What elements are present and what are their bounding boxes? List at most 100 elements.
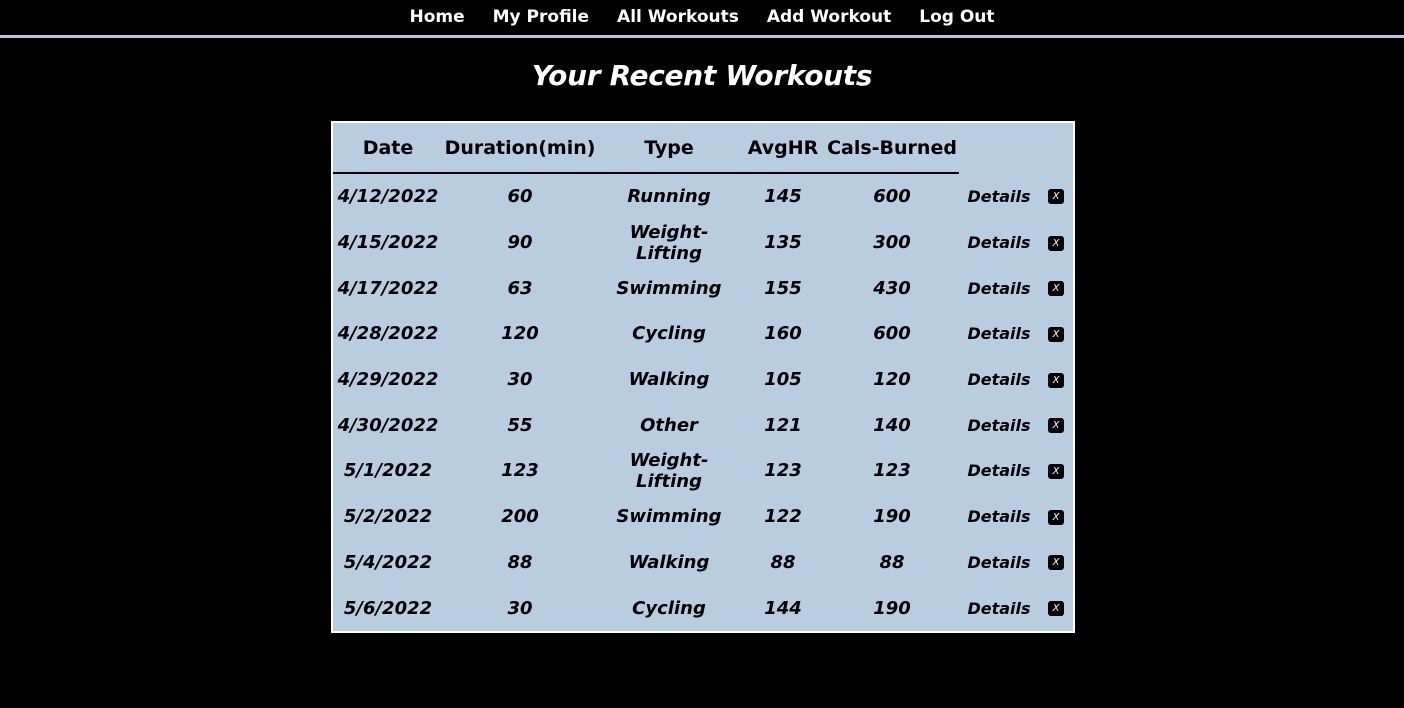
cell-avghr: 123 xyxy=(764,460,802,482)
details-link[interactable]: Details xyxy=(967,461,1030,480)
cell-avghr: 122 xyxy=(764,506,802,528)
cell-date: 4/15/2022 xyxy=(337,232,439,254)
cell-duration: 90 xyxy=(507,232,533,254)
details-cell: Details xyxy=(959,173,1039,220)
details-link[interactable]: Details xyxy=(967,279,1030,298)
delete-button[interactable]: X xyxy=(1048,601,1064,617)
header-avghr: AvgHR xyxy=(741,123,825,174)
cell-avghr: 155 xyxy=(764,277,802,299)
workouts-table-container: Date Duration(min) Type AvgHR Cals-Burne… xyxy=(331,121,1075,633)
cell-cals-burned: 300 xyxy=(873,232,911,254)
header-duration: Duration(min) xyxy=(443,123,597,174)
delete-button[interactable]: X xyxy=(1048,509,1064,525)
delete-button[interactable]: X xyxy=(1048,463,1064,479)
header-cals-burned: Cals-Burned xyxy=(825,123,959,174)
cell-cals-burned: 190 xyxy=(873,597,911,619)
cell-type: Walking xyxy=(628,369,710,391)
delete-button[interactable]: X xyxy=(1048,326,1064,342)
cell-type: Cycling xyxy=(632,323,706,345)
details-cell: Details xyxy=(959,402,1039,448)
details-cell: Details xyxy=(959,311,1039,357)
cell-cals-burned: 123 xyxy=(873,460,911,482)
cell-avghr: 105 xyxy=(764,369,802,391)
nav-log-out-link[interactable]: Log Out xyxy=(919,0,994,35)
table-row: 4/17/2022 63 Swimming 155 430 Details X xyxy=(333,265,1073,311)
delete-button[interactable]: X xyxy=(1048,418,1064,434)
details-cell: Details xyxy=(959,540,1039,586)
header-date: Date xyxy=(333,123,443,174)
cell-cals-burned: 430 xyxy=(873,277,911,299)
details-link[interactable]: Details xyxy=(967,187,1030,206)
delete-cell: X xyxy=(1039,540,1073,586)
header-delete-spacer xyxy=(1039,123,1073,173)
cell-type: Other xyxy=(640,414,698,436)
cell-avghr: 135 xyxy=(764,232,802,254)
cell-cals-burned: 88 xyxy=(879,551,905,573)
top-nav: Home My Profile All Workouts Add Workout… xyxy=(0,0,1404,38)
delete-cell: X xyxy=(1039,265,1073,311)
cell-avghr: 144 xyxy=(764,597,802,619)
details-link[interactable]: Details xyxy=(967,507,1030,526)
details-link[interactable]: Details xyxy=(967,416,1030,435)
delete-cell: X xyxy=(1039,311,1073,357)
delete-button[interactable]: X xyxy=(1048,189,1064,205)
delete-button[interactable]: X xyxy=(1048,235,1064,251)
table-row: 5/2/2022 200 Swimming 122 190 Details X xyxy=(333,494,1073,540)
delete-cell: X xyxy=(1039,357,1073,403)
details-cell: Details xyxy=(959,448,1039,494)
table-row: 4/15/2022 90 Weight-Lifting 135 300 Details X xyxy=(333,220,1073,266)
delete-cell: X xyxy=(1039,402,1073,448)
delete-cell: X xyxy=(1039,220,1073,266)
cell-avghr: 145 xyxy=(764,186,802,208)
cell-duration: 30 xyxy=(507,369,533,391)
cell-duration: 120 xyxy=(501,323,539,345)
nav-home-link[interactable]: Home xyxy=(409,0,464,35)
delete-cell: X xyxy=(1039,585,1073,631)
cell-avghr: 121 xyxy=(764,414,802,436)
nav-all-workouts-link[interactable]: All Workouts xyxy=(617,0,739,35)
cell-type: Walking xyxy=(628,551,710,573)
cell-date: 4/12/2022 xyxy=(337,186,439,208)
details-link[interactable]: Details xyxy=(967,233,1030,252)
cell-date: 4/29/2022 xyxy=(337,369,439,391)
cell-date: 5/2/2022 xyxy=(343,506,433,528)
workouts-table: Date Duration(min) Type AvgHR Cals-Burne… xyxy=(333,123,1073,631)
header-details-spacer xyxy=(959,123,1039,173)
details-cell: Details xyxy=(959,220,1039,266)
delete-button[interactable]: X xyxy=(1048,555,1064,571)
cell-date: 4/28/2022 xyxy=(337,323,439,345)
nav-add-workout-link[interactable]: Add Workout xyxy=(767,0,891,35)
cell-cals-burned: 600 xyxy=(873,323,911,345)
table-row: 5/4/2022 88 Walking 88 88 Details X xyxy=(333,540,1073,586)
details-link[interactable]: Details xyxy=(967,324,1030,343)
cell-type: Weight-Lifting xyxy=(629,449,709,492)
details-cell: Details xyxy=(959,494,1039,540)
delete-button[interactable]: X xyxy=(1048,372,1064,388)
cell-cals-burned: 600 xyxy=(873,186,911,208)
details-link[interactable]: Details xyxy=(967,553,1030,572)
nav-my-profile-link[interactable]: My Profile xyxy=(493,0,589,35)
cell-duration: 88 xyxy=(507,551,533,573)
cell-duration: 123 xyxy=(501,460,539,482)
details-cell: Details xyxy=(959,265,1039,311)
table-row: 4/28/2022 120 Cycling 160 600 Details X xyxy=(333,311,1073,357)
delete-button[interactable]: X xyxy=(1048,281,1064,297)
cell-cals-burned: 120 xyxy=(873,369,911,391)
details-link[interactable]: Details xyxy=(967,370,1030,389)
cell-duration: 55 xyxy=(507,414,533,436)
cell-avghr: 160 xyxy=(764,323,802,345)
table-row: 4/12/2022 60 Running 145 600 Details X xyxy=(333,173,1073,220)
cell-type: Swimming xyxy=(616,277,722,299)
page-title: Your Recent Workouts xyxy=(531,59,873,92)
delete-cell: X xyxy=(1039,494,1073,540)
table-row: 5/6/2022 30 Cycling 144 190 Details X xyxy=(333,585,1073,631)
cell-type: Running xyxy=(627,186,711,208)
cell-date: 4/30/2022 xyxy=(337,414,439,436)
cell-cals-burned: 190 xyxy=(873,506,911,528)
table-row: 4/29/2022 30 Walking 105 120 Details X xyxy=(333,357,1073,403)
table-row: 5/1/2022 123 Weight-Lifting 123 123 Details X xyxy=(333,448,1073,494)
table-header-row: Date Duration(min) Type AvgHR Cals-Burne… xyxy=(333,123,1073,174)
table-body: 4/12/2022 60 Running 145 600 Details X 4/15/202… xyxy=(333,173,1073,631)
delete-cell: X xyxy=(1039,173,1073,220)
details-link[interactable]: Details xyxy=(967,599,1030,618)
